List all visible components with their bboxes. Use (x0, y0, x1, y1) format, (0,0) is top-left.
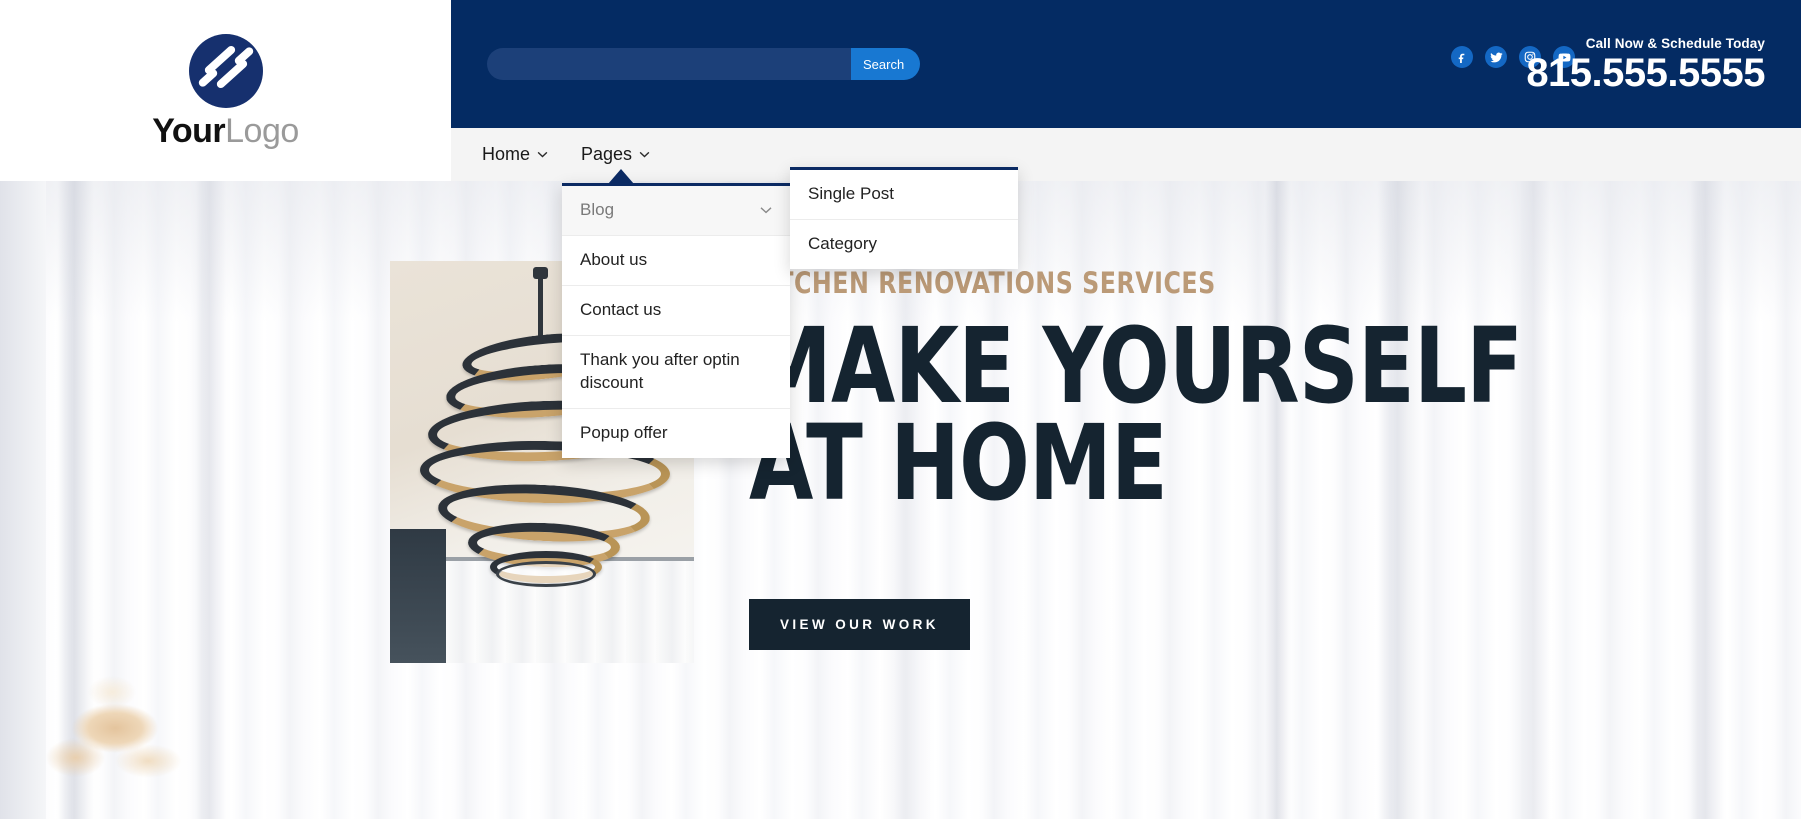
logo-wordmark: YourLogo (152, 114, 299, 148)
dropdown-pointer-caret (608, 169, 634, 184)
menu-item-label: Blog (580, 200, 615, 219)
menu-item-label: Contact us (580, 299, 662, 319)
search-button[interactable]: Search (851, 48, 921, 80)
main-navigation: Home Pages (451, 128, 1801, 181)
pages-dropdown-menu: Blog About us Contact us Thank you after… (562, 183, 790, 458)
hero-eyebrow: KITCHEN RENOVATIONS SERVICES (749, 266, 1216, 300)
chevron-down-icon (537, 151, 548, 158)
menu-item-about-us[interactable]: About us (562, 236, 790, 286)
search-input[interactable] (487, 48, 851, 80)
logo-text-primary: Your (152, 111, 226, 150)
menu-item-blog[interactable]: Blog (562, 186, 790, 236)
submenu-item-label: Category (808, 233, 877, 253)
nav-item-pages[interactable]: Pages (581, 144, 650, 165)
call-label: Call Now & Schedule Today (1585, 36, 1765, 51)
logo-text-secondary: Logo (225, 111, 299, 150)
nav-item-label: Pages (581, 144, 633, 164)
menu-item-contact-us[interactable]: Contact us (562, 286, 790, 336)
phone-number[interactable]: 815.555.5555 (1526, 53, 1765, 93)
circle-s-logo-icon (188, 33, 263, 108)
menu-item-label: Thank you after optin discount (580, 349, 740, 392)
curtain-fold (1520, 181, 1550, 819)
blog-submenu: Single Post Category (790, 167, 1018, 269)
submenu-item-label: Single Post (808, 184, 894, 203)
header-topbar: Search Call Now & Schedule Today 815.555… (451, 0, 1801, 128)
search-form: Search (487, 48, 921, 80)
curtain-fold (1690, 181, 1724, 819)
call-block: Call Now & Schedule Today 815.555.5555 (1526, 36, 1765, 93)
view-our-work-button[interactable]: VIEW OUR WORK (749, 599, 970, 650)
submenu-item-category[interactable]: Category (790, 220, 1018, 269)
chevron-down-icon (760, 206, 772, 214)
menu-item-popup-offer[interactable]: Popup offer (562, 409, 790, 458)
hero-headline: MAKE YOURSELF AT HOME (749, 305, 1523, 524)
page-root: KITCHEN RENOVATIONS SERVICES MAKE YOURSE… (0, 0, 1801, 819)
twitter-icon[interactable] (1485, 46, 1507, 68)
submenu-item-single-post[interactable]: Single Post (790, 170, 1018, 220)
decorative-flower (36, 656, 188, 819)
menu-item-label: About us (580, 249, 648, 269)
logo-panel[interactable]: YourLogo (0, 0, 451, 181)
menu-item-label: Popup offer (580, 422, 668, 442)
chevron-down-icon (639, 151, 650, 158)
curtain-fold (196, 181, 226, 819)
nav-item-label: Home (482, 144, 531, 164)
nav-item-home[interactable]: Home (482, 144, 548, 165)
facebook-icon[interactable] (1451, 46, 1473, 68)
menu-item-thank-you-after-optin-discount[interactable]: Thank you after optin discount (562, 336, 790, 409)
